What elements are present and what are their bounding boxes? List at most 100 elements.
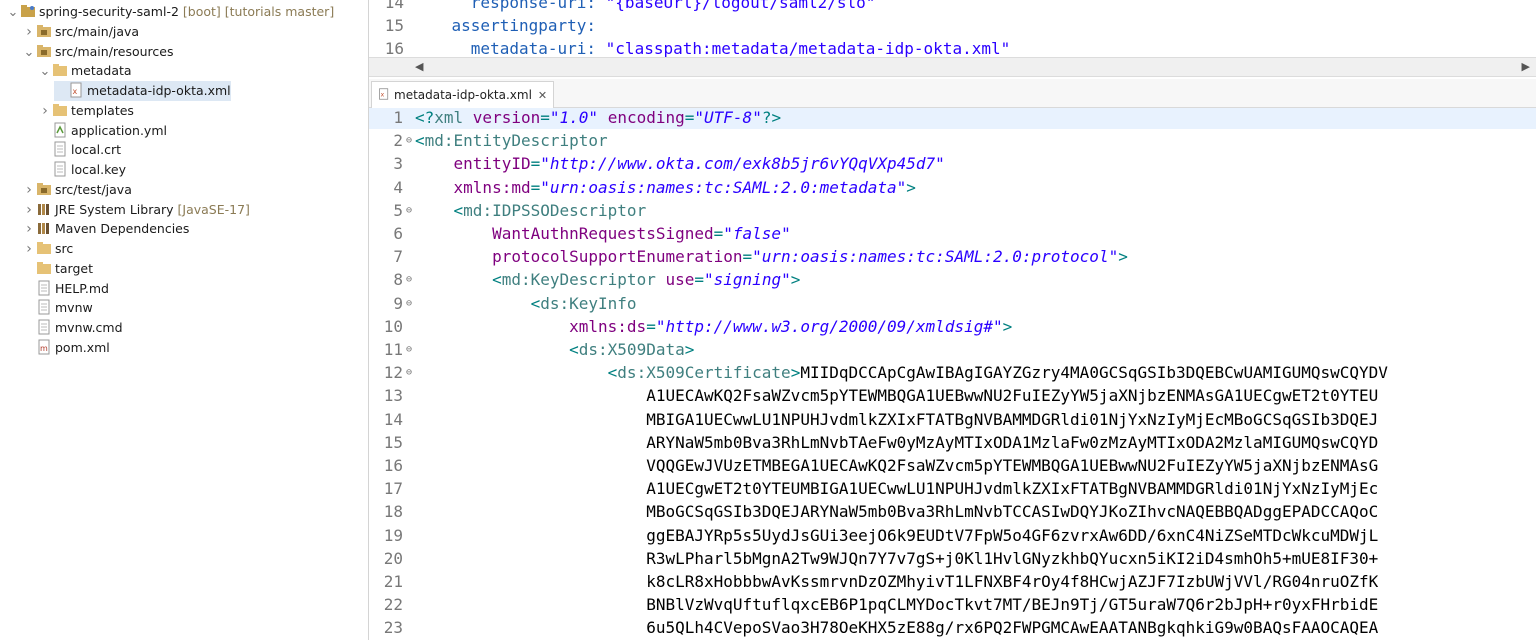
line-number: 16 (384, 39, 404, 57)
line-text: xmlns:md="urn:oasis:names:tc:SAML:2.0:me… (453, 177, 916, 197)
line-text: A1UECAwKQ2FsaWZvcm5pYTEWMBQGA1UEBwwNU2Fu… (415, 386, 1379, 406)
tree-item-label: HELP.md (55, 280, 109, 296)
file-icon (38, 280, 50, 295)
tree-item-label: target (55, 260, 94, 276)
expand-arrow-icon[interactable]: › (38, 101, 52, 121)
expand-arrow-icon[interactable]: › (22, 22, 36, 42)
tree-item-local-crt[interactable]: local.crt (38, 140, 121, 160)
tree-item-label: src/main/java (55, 23, 140, 39)
tree-item-label: mvnw.cmd (55, 320, 123, 335)
tree-item-label: spring-security-saml-2 (39, 4, 179, 19)
tree-item-label: metadata (71, 63, 132, 79)
tree-item-src-test-java[interactable]: › src/test/java (22, 180, 132, 200)
tree-item-spring-security-saml-2[interactable]: ⌄ spring-security-saml-2 [boot] [tutorial… (6, 2, 335, 23)
line-number: 21 (383, 572, 403, 591)
line-text: k8cLR8xHobbbwAvKssmrvnDzOZMhyivT1LFNXBF4… (415, 572, 1379, 591)
collapse-arrow-icon[interactable]: ⌄ (6, 3, 20, 23)
tree-item-label: JRE System Library (55, 201, 174, 217)
tree-item-mvnw-cmd[interactable]: mvnw.cmd (22, 318, 123, 338)
library-icon (38, 203, 49, 215)
tree-item-label: pom.xml (55, 339, 110, 355)
line-number: 15 (384, 16, 404, 35)
application-yml-editor[interactable]: 14 response-uri: "{baseUrl}/logout/saml2… (369, 0, 1536, 57)
tree-item-label: local.crt (71, 142, 122, 158)
source-folder-icon (37, 24, 51, 37)
collapse-arrow-icon[interactable]: ⌄ (38, 62, 52, 82)
tree-item-label: application.yml (71, 122, 167, 138)
tree-item-label: templates (71, 102, 134, 118)
code-line: 17 A1UECgwET2t0YTEUMBIGA1UECwwLU1NPUHJvd… (369, 477, 1536, 500)
expand-arrow-icon[interactable]: › (22, 200, 36, 220)
file-icon (38, 299, 50, 315)
line-text: WantAuthnRequestsSigned="false" (492, 224, 791, 243)
xml-file-icon: x (379, 88, 389, 100)
collapse-arrow-icon[interactable]: ⌄ (22, 43, 36, 63)
line-number: 15 (383, 432, 403, 452)
tree-item-metadata[interactable]: ⌄ metadata (38, 61, 132, 81)
line-number: 16 (383, 456, 403, 475)
expand-arrow-icon[interactable]: › (22, 180, 36, 200)
line-number: 23 (383, 618, 403, 638)
tree-item-label: Maven Dependencies (55, 221, 190, 237)
source-folder-icon (37, 182, 51, 195)
library-icon (38, 223, 49, 235)
tree-item-label: metadata-idp-okta.xml (87, 83, 231, 98)
tree-item-src-main-resources[interactable]: ⌄ src/main/resources (22, 42, 174, 63)
xml-file-icon: x (70, 82, 82, 98)
tree-item-src[interactable]: › src (22, 239, 73, 259)
line-number: 7 (393, 247, 403, 267)
tree-item-application-yml[interactable]: application.yml (38, 121, 167, 141)
tree-item-pom-xml[interactable]: m pom.xml (22, 338, 110, 358)
ide-window: ⌄ spring-security-saml-2 [boot] [tutorial… (0, 0, 1536, 640)
editor-tab-bar: x metadata-idp-okta.xml ✕ (369, 79, 1536, 108)
line-number: 4 (393, 177, 403, 197)
horizontal-scrollbar[interactable]: ◀ ▶ (369, 57, 1536, 77)
code-line: 20 R3wLPharl5bMgnA2Tw9WJQn7Y7v7gS+j0Kl1H… (369, 547, 1536, 570)
tree-item-target[interactable]: target (22, 259, 93, 279)
scroll-right-icon[interactable]: ▶ (1522, 58, 1530, 76)
line-number: 2 (393, 131, 403, 151)
tree-item-label: src (55, 241, 74, 256)
tree-item-templates[interactable]: › templates (38, 101, 134, 121)
svg-text:m: m (40, 344, 48, 353)
line-number: 11 (383, 340, 403, 359)
tree-item-help-md[interactable]: HELP.md (22, 279, 109, 299)
tree-item-label: src/test/java (55, 181, 132, 197)
line-number: 1 (393, 108, 403, 127)
expand-arrow-icon[interactable]: › (22, 219, 36, 239)
line-text: <md:IDPSSODescriptor (453, 200, 647, 220)
line-text: <ds:X509Certificate>MIIDqDCCApCgAwIBAgIG… (607, 363, 1388, 383)
line-text: entityID="http://www.okta.com/exk8b5jr6v… (453, 154, 945, 174)
tab-label: metadata-idp-okta.xml (394, 88, 532, 102)
tree-item-label: mvnw (55, 300, 93, 316)
line-number: 14 (384, 0, 404, 12)
tab-metadata-idp-okta-xml[interactable]: x metadata-idp-okta.xml ✕ (371, 81, 555, 108)
code-line: 21 k8cLR8xHobbbwAvKssmrvnDzOZMhyivT1LFNX… (369, 570, 1536, 593)
line-text: <?xml version="1.0" encoding="UTF-8"?> (415, 108, 782, 127)
project-icon (21, 5, 35, 17)
line-text: <md:KeyDescriptor use="signing"> (492, 270, 801, 290)
line-text: MBIGA1UECwwLU1NPUHJvdmlkZXIxFTATBgNVBAMM… (415, 409, 1379, 429)
code-line: 9 ⊖ <ds:KeyInfo (369, 292, 1536, 315)
file-icon (54, 161, 66, 177)
tree-item-maven-dependencies[interactable]: › Maven Dependencies (22, 219, 189, 239)
close-icon[interactable]: ✕ (538, 89, 547, 102)
code-line: 15 assertingparty: (369, 14, 1536, 37)
tree-item-label: local.key (71, 162, 126, 177)
xml-code-editor[interactable]: 1 <?xml version="1.0" encoding="UTF-8"?> 2… (369, 108, 1536, 640)
tree-item-metadata-idp-okta-xml[interactable]: x metadata-idp-okta.xml (54, 81, 231, 101)
file-icon (38, 319, 50, 335)
tree-item-mvnw[interactable]: mvnw (22, 298, 93, 318)
expand-arrow-icon[interactable]: › (22, 239, 36, 259)
code-line: 16 VQQGEwJVUzETMBEGA1UECAwKQ2FsaWZvcm5pY… (369, 454, 1536, 477)
code-line: 1 <?xml version="1.0" encoding="UTF-8"?> (369, 108, 1536, 129)
line-number: 10 (383, 316, 403, 336)
tree-item-src-main-java[interactable]: › src/main/java (22, 22, 139, 42)
tree-item-jre-system-library[interactable]: › JRE System Library [JavaSE-17] (22, 200, 250, 220)
tree-item-decoration: [boot] [tutorials master] (178, 4, 335, 19)
scroll-left-icon[interactable]: ◀ (415, 58, 423, 76)
line-text: R3wLPharl5bMgnA2Tw9WJQn7Y7v7gS+j0Kl1HvlG… (415, 548, 1379, 568)
tree-item-local-key[interactable]: local.key (38, 160, 126, 180)
line-text: assertingparty: (413, 16, 597, 35)
line-number: 14 (383, 409, 403, 429)
